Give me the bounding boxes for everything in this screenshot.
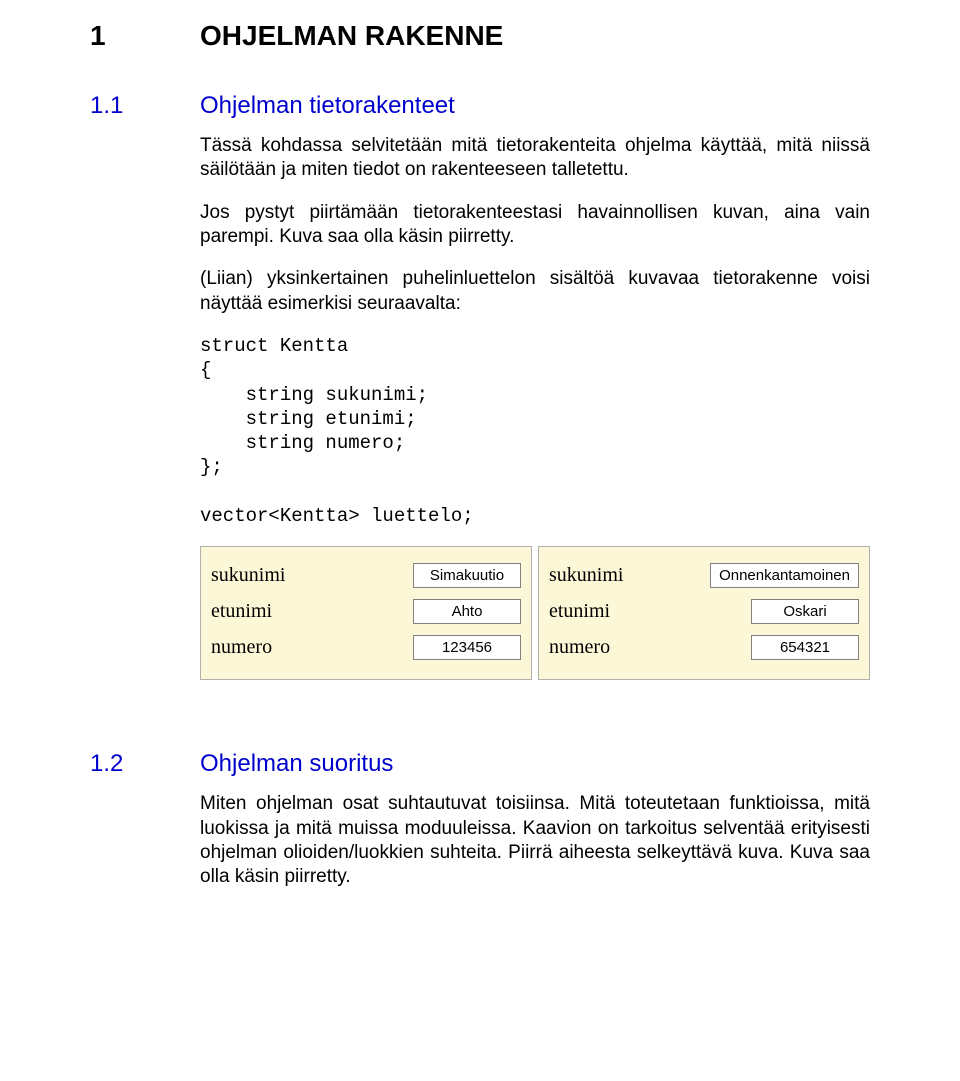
field-value-etunimi: Ahto [413,599,521,624]
document-page: 1 OHJELMAN RAKENNE 1.1 Ohjelman tietorak… [0,0,960,1081]
section-2-title: Ohjelman suoritus [200,750,393,778]
section-2-number: 1.2 [90,750,200,778]
chapter-number: 1 [90,20,200,52]
diagram-card-2: sukunimi Onnenkantamoinen etunimi Oskari… [538,546,870,680]
section-1-title: Ohjelman tietorakenteet [200,92,455,120]
chapter-heading: 1 OHJELMAN RAKENNE [90,20,870,52]
field-row: numero 123456 [211,631,521,663]
field-row: sukunimi Simakuutio [211,559,521,591]
field-label-sukunimi: sukunimi [549,564,649,587]
field-value-sukunimi: Onnenkantamoinen [710,563,859,588]
section-1-para-1: Tässä kohdassa selvitetään mitä tietorak… [200,134,870,183]
section-1-body: Tässä kohdassa selvitetään mitä tietorak… [200,134,870,680]
field-row: sukunimi Onnenkantamoinen [549,559,859,591]
field-row: numero 654321 [549,631,859,663]
field-label-sukunimi: sukunimi [211,564,311,587]
code-block: struct Kentta { string sukunimi; string … [200,334,870,529]
section-1-para-2: Jos pystyt piirtämään tietorakenteestasi… [200,201,870,250]
chapter-title: OHJELMAN RAKENNE [200,20,503,52]
field-label-etunimi: etunimi [211,600,311,623]
diagram: sukunimi Simakuutio etunimi Ahto numero … [200,546,870,680]
field-row: etunimi Oskari [549,595,859,627]
field-value-numero: 654321 [751,635,859,660]
field-value-sukunimi: Simakuutio [413,563,521,588]
field-label-numero: numero [211,636,311,659]
diagram-card-1: sukunimi Simakuutio etunimi Ahto numero … [200,546,532,680]
field-label-etunimi: etunimi [549,600,649,623]
field-value-numero: 123456 [413,635,521,660]
field-value-etunimi: Oskari [751,599,859,624]
field-row: etunimi Ahto [211,595,521,627]
section-2-para-1: Miten ohjelman osat suhtautuvat toisiins… [200,792,870,889]
section-2-body: Miten ohjelman osat suhtautuvat toisiins… [200,792,870,889]
section-heading-2: 1.2 Ohjelman suoritus [90,750,870,778]
section-1-para-3: (Liian) yksinkertainen puhelinluettelon … [200,267,870,316]
field-label-numero: numero [549,636,649,659]
section-1-number: 1.1 [90,92,200,120]
section-heading-1: 1.1 Ohjelman tietorakenteet [90,92,870,120]
